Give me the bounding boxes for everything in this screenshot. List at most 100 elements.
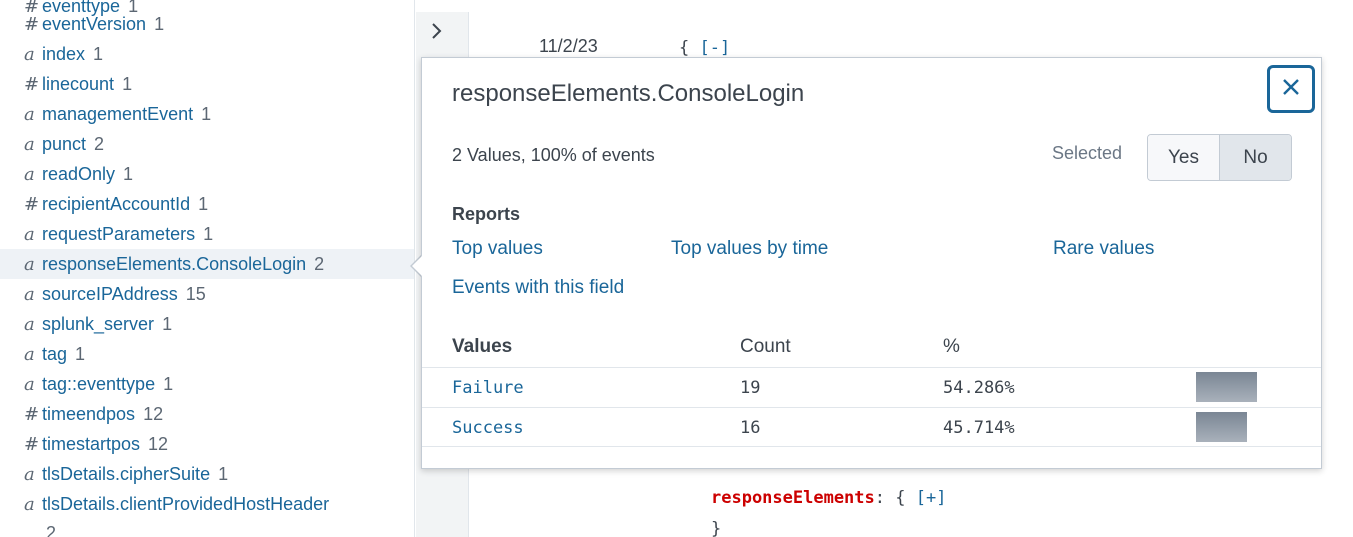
field-item[interactable]: a punct 2 — [0, 129, 414, 159]
value-percent: 45.714% — [943, 418, 1015, 438]
values-summary: 2 Values, 100% of events — [452, 145, 655, 165]
fields-sidebar: # eventtype 1 # eventVersion 1 a index 1… — [0, 0, 415, 537]
value-count: 19 — [740, 378, 761, 398]
string-type-icon: a — [24, 163, 35, 185]
field-name[interactable]: timeendpos — [42, 404, 135, 425]
values-column-header: Values — [452, 336, 513, 357]
json-separator: : { — [874, 488, 906, 508]
field-item[interactable]: a readOnly 1 — [0, 159, 414, 189]
field-count: 1 — [162, 313, 173, 334]
field-name[interactable]: managementEvent — [42, 104, 193, 125]
field-count: 1 — [123, 163, 134, 184]
value-name[interactable]: Success — [452, 418, 524, 438]
value-name[interactable]: Failure — [452, 378, 524, 398]
field-item[interactable]: a tlsDetails.clientProvidedHostHeader — [0, 489, 414, 519]
field-name[interactable]: splunk_server — [42, 314, 154, 335]
value-bar — [1196, 372, 1257, 402]
field-name[interactable]: eventVersion — [42, 14, 146, 35]
selected-toggle: Yes No — [1147, 134, 1292, 181]
close-icon — [1282, 78, 1300, 101]
string-type-icon: a — [24, 343, 35, 365]
string-type-icon: a — [24, 103, 35, 125]
field-name[interactable]: tag::eventtype — [42, 374, 155, 395]
events-with-field-link[interactable]: Events with this field — [452, 277, 624, 299]
field-count: 1 — [154, 13, 165, 34]
json-response-line: responseElements: { [+] — [711, 488, 946, 508]
field-count: 1 — [201, 103, 212, 124]
top-values-link[interactable]: Top values — [452, 238, 543, 260]
field-count: 12 — [143, 403, 164, 424]
top-values-by-time-link[interactable]: Top values by time — [671, 238, 828, 260]
yes-button[interactable]: Yes — [1148, 135, 1220, 180]
chevron-right-icon[interactable] — [430, 22, 444, 46]
events-top-strip — [416, 0, 1353, 12]
numeric-type-icon: # — [24, 13, 40, 35]
field-item[interactable]: a index 1 — [0, 39, 414, 69]
field-name[interactable]: tlsDetails.cipherSuite — [42, 464, 210, 485]
string-type-icon: a — [24, 373, 35, 395]
field-name[interactable]: requestParameters — [42, 224, 195, 245]
field-count: 1 — [93, 43, 104, 64]
field-name[interactable]: responseElements.ConsoleLogin — [42, 254, 306, 275]
field-item[interactable]: # recipientAccountId 1 — [0, 189, 414, 219]
rare-values-link[interactable]: Rare values — [1053, 238, 1154, 260]
field-item[interactable]: # timeendpos 12 — [0, 399, 414, 429]
field-item[interactable]: a managementEvent 1 — [0, 99, 414, 129]
field-count: 1 — [163, 373, 174, 394]
reports-heading: Reports — [452, 204, 521, 224]
numeric-type-icon: # — [24, 73, 40, 95]
field-name[interactable]: sourceIPAddress — [42, 284, 178, 305]
field-item[interactable]: a tag::eventtype 1 — [0, 369, 414, 399]
string-type-icon: a — [24, 313, 35, 335]
field-item[interactable]: a tag 1 — [0, 339, 414, 369]
string-type-icon: a — [24, 133, 35, 155]
field-count: 12 — [148, 433, 169, 454]
field-count: 1 — [122, 73, 133, 94]
numeric-type-icon: # — [24, 433, 40, 455]
count-column-header: Count — [740, 336, 791, 357]
no-button[interactable]: No — [1220, 135, 1291, 180]
field-item[interactable]: a tlsDetails.cipherSuite 1 — [0, 459, 414, 489]
json-brace: { — [679, 38, 690, 58]
json-collapse-toggle[interactable]: [-] — [700, 38, 731, 58]
field-count: 1 — [203, 223, 214, 244]
json-close-brace: } — [711, 519, 722, 537]
field-count: 15 — [185, 283, 206, 304]
field-count: 1 — [218, 463, 229, 484]
field-item[interactable]: # linecount 1 — [0, 69, 414, 99]
field-item[interactable]: # timestartpos 12 — [0, 429, 414, 459]
field-item[interactable]: a sourceIPAddress 15 — [0, 279, 414, 309]
field-count: 1 — [198, 193, 209, 214]
field-count: 1 — [75, 343, 86, 364]
value-percent: 54.286% — [943, 378, 1015, 398]
event-time: 11/2/23 — [539, 36, 598, 56]
field-name[interactable]: tlsDetails.clientProvidedHostHeader — [42, 494, 329, 515]
field-name[interactable]: readOnly — [42, 164, 115, 185]
close-button[interactable] — [1267, 65, 1315, 113]
json-key[interactable]: responseElements — [711, 488, 875, 508]
field-item[interactable]: # eventVersion 1 — [0, 9, 414, 39]
numeric-type-icon: # — [24, 193, 40, 215]
numeric-type-icon: # — [24, 403, 40, 425]
field-name[interactable]: tag — [42, 344, 67, 365]
field-name[interactable]: recipientAccountId — [42, 194, 190, 215]
json-expand-toggle[interactable]: [+] — [916, 488, 947, 508]
value-row: Success 16 45.714% — [422, 407, 1321, 447]
field-count: 2 — [314, 253, 325, 274]
field-name[interactable]: timestartpos — [42, 434, 140, 455]
field-summary-popover: responseElements.ConsoleLogin 2 Values, … — [421, 57, 1322, 469]
field-item[interactable]: a splunk_server 1 — [0, 309, 414, 339]
field-item-continued: 2 — [0, 518, 414, 537]
value-count: 16 — [740, 418, 761, 438]
percent-column-header: % — [943, 336, 960, 357]
selected-label: Selected — [1052, 143, 1123, 163]
string-type-icon: a — [24, 283, 35, 305]
field-item-selected[interactable]: a responseElements.ConsoleLogin 2 — [0, 249, 414, 279]
string-type-icon: a — [24, 463, 35, 485]
field-name[interactable]: punct — [42, 134, 86, 155]
field-name[interactable]: index — [42, 44, 85, 65]
string-type-icon: a — [24, 253, 35, 275]
field-name[interactable]: linecount — [42, 74, 114, 95]
field-item[interactable]: a requestParameters 1 — [0, 219, 414, 249]
string-type-icon: a — [24, 493, 35, 515]
